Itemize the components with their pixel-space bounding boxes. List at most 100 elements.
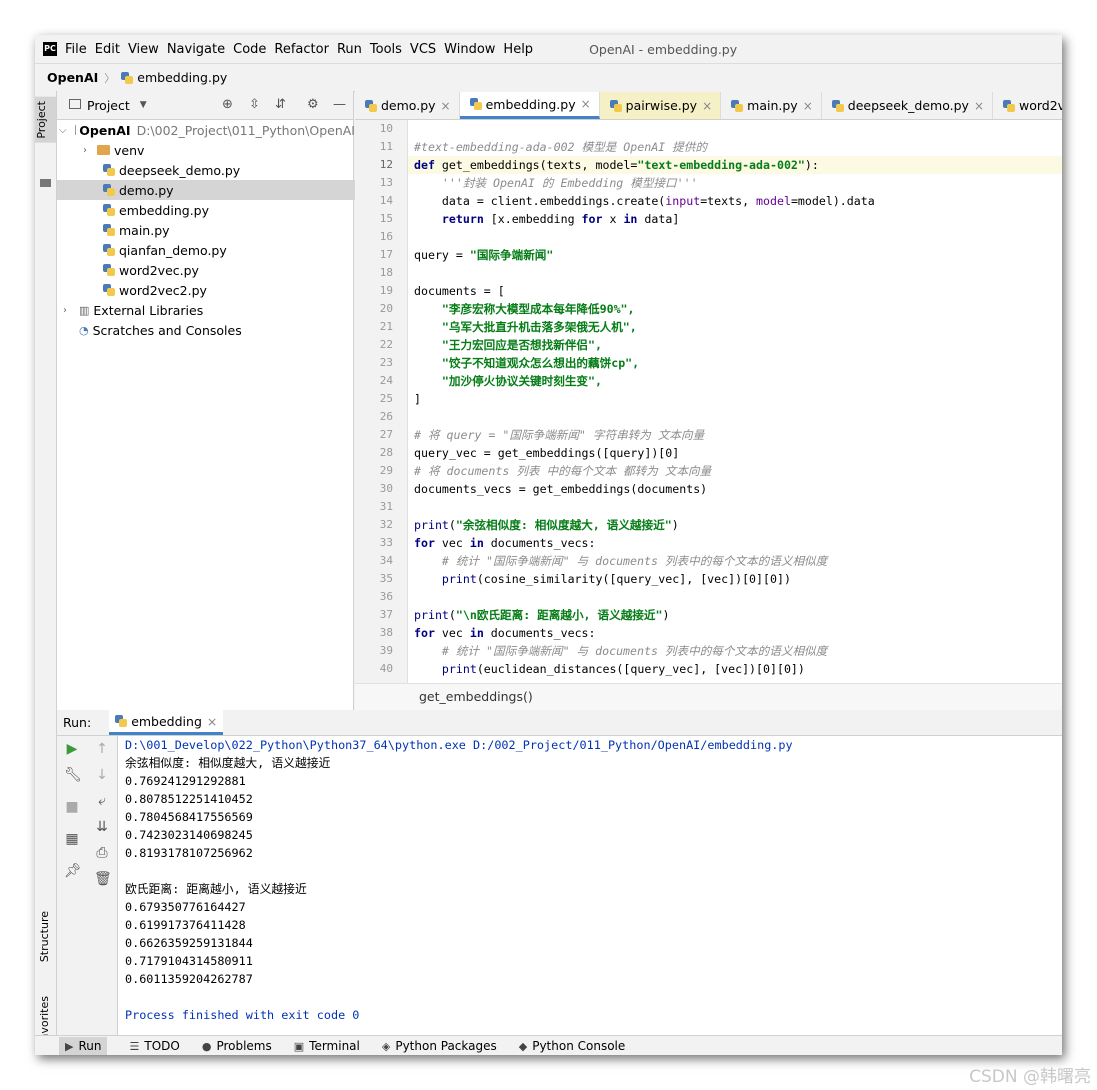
bottom-tool-bar: ▶ Run ☰ TODO ● Problems ▣ Terminal ◈ Pyt… (35, 1035, 1062, 1055)
gear-icon[interactable]: ⚙ (307, 97, 319, 112)
tab-deepseek-demo[interactable]: deepseek_demo.py × (822, 92, 993, 119)
structure-tool-tab[interactable]: Structure (38, 911, 51, 962)
close-icon[interactable]: × (581, 97, 591, 111)
project-view-selector[interactable]: Project (87, 98, 130, 113)
menu-edit[interactable]: Edit (95, 42, 120, 57)
breadcrumb-project[interactable]: OpenAI (47, 70, 98, 85)
line-number: 16 (379, 230, 393, 243)
bottom-tab-problems[interactable]: ● Problems (202, 1039, 272, 1053)
project-panel-header: Project ▼ ⊕ ⇳ ⇵ ⚙ — (57, 91, 353, 120)
chevron-right-icon[interactable]: › (79, 145, 91, 156)
close-icon[interactable]: × (441, 99, 451, 113)
run-tab-embedding[interactable]: embedding × (109, 710, 224, 735)
soft-wrap-icon[interactable]: ⤶ (94, 793, 110, 809)
tab-label: word2vec.py (1019, 98, 1062, 113)
tree-item-file[interactable]: qianfan_demo.py (57, 240, 399, 260)
window-title: OpenAI - embedding.py (589, 41, 738, 57)
tree-item-file[interactable]: main.py (57, 220, 399, 240)
bottom-tab-python-packages[interactable]: ◈ Python Packages (382, 1039, 497, 1053)
collapse-all-icon[interactable]: ⇵ (275, 97, 286, 112)
chevron-right-icon[interactable]: › (59, 305, 71, 316)
code-text: data] (637, 212, 680, 226)
tree-item-label: embedding.py (119, 202, 209, 218)
tree-item-file[interactable]: word2vec2.py (57, 280, 399, 300)
menu-window[interactable]: Window (444, 42, 495, 57)
wrench-icon[interactable]: 🔧︎ (64, 767, 82, 783)
line-number: 18 (379, 266, 393, 279)
line-number: 23 (379, 356, 393, 369)
code-editor[interactable]: #text-embedding-ada-002 模型是 OpenAI 提供的 d… (408, 120, 1062, 683)
menu-refactor[interactable]: Refactor (274, 42, 329, 57)
packages-icon: ◈ (381, 1039, 391, 1053)
tree-root[interactable]: ⌵ OpenAI D:\002_Project\011_Python\OpenA… (57, 120, 355, 140)
console-output[interactable]: D:\001_Develop\022_Python\Python37_64\py… (118, 736, 1062, 1041)
tab-word2vec[interactable]: word2vec.py × (993, 92, 1062, 119)
rerun-icon[interactable]: ▶ (64, 741, 80, 757)
tree-item-file[interactable]: embedding.py (57, 200, 399, 220)
code-line-21: "乌军大批直升机击落多架俄无人机", (414, 320, 637, 334)
menu-help[interactable]: Help (503, 42, 533, 57)
bottom-tab-python-console[interactable]: ◆ Python Console (519, 1039, 626, 1053)
menu-vcs[interactable]: VCS (410, 42, 436, 57)
tree-item-label: External Libraries (93, 302, 204, 318)
layout-icon[interactable]: ▦ (64, 831, 80, 847)
line-number: 29 (379, 464, 393, 477)
console-line: 余弦相似度: 相似度越大, 语义越接近 (125, 756, 331, 770)
print-icon[interactable]: ⎙ (94, 845, 110, 861)
locate-icon[interactable]: ⊕ (222, 97, 233, 112)
close-icon[interactable]: × (974, 99, 984, 113)
scroll-to-end-icon[interactable]: ⇊ (94, 819, 110, 835)
tab-pairwise[interactable]: pairwise.py × (599, 92, 722, 119)
tree-item-label: main.py (119, 222, 170, 238)
tree-item-external-libraries[interactable]: › ▥ External Libraries (57, 300, 355, 320)
expand-all-icon[interactable]: ⇳ (249, 97, 260, 112)
pin-icon[interactable]: 📌︎ (64, 863, 82, 879)
close-icon[interactable]: × (803, 99, 813, 113)
code-line-19: documents = [ (414, 284, 505, 298)
python-file-icon (103, 164, 115, 176)
tab-main[interactable]: main.py × (721, 92, 822, 119)
minimize-icon[interactable]: — (333, 97, 346, 112)
menu-file[interactable]: File (65, 42, 87, 57)
tree-item-file[interactable]: word2vec.py (57, 260, 399, 280)
bottom-tab-todo[interactable]: ☰ TODO (129, 1039, 179, 1053)
breadcrumb-file[interactable]: embedding.py (137, 70, 227, 85)
menu-tools[interactable]: Tools (370, 42, 402, 57)
python-file-icon (121, 71, 134, 84)
menu-view[interactable]: View (128, 42, 159, 57)
python-file-icon (731, 99, 744, 112)
tree-item-file-selected[interactable]: demo.py (57, 180, 399, 200)
tab-embedding[interactable]: embedding.py × (459, 92, 600, 119)
tree-item-label: venv (114, 142, 145, 158)
run-tab-label: embedding (131, 713, 202, 729)
code-line-38: for vec in documents_vecs: (414, 624, 596, 642)
chevron-down-icon[interactable]: ▼ (140, 100, 147, 110)
code-line-33: for vec in documents_vecs: (414, 534, 596, 552)
tree-item-venv[interactable]: › venv (57, 140, 375, 160)
tree-item-file[interactable]: deepseek_demo.py (57, 160, 399, 180)
menu-code[interactable]: Code (233, 42, 266, 57)
code-text: ) (671, 518, 679, 532)
project-tool-tab[interactable]: Project (35, 97, 56, 143)
line-number: 35 (379, 572, 393, 585)
bottom-tab-terminal[interactable]: ▣ Terminal (294, 1039, 360, 1053)
tab-demo[interactable]: demo.py × (355, 92, 460, 119)
code-line-28: query_vec = get_embeddings([query])[0] (414, 446, 680, 460)
tree-item-scratches[interactable]: ◔ Scratches and Consoles (57, 320, 375, 340)
menu-navigate[interactable]: Navigate (167, 42, 225, 57)
trash-icon[interactable]: 🗑︎ (94, 871, 112, 887)
tree-root-name: OpenAI (79, 122, 131, 138)
menu-run[interactable]: Run (337, 42, 362, 57)
pycharm-logo-icon: PC (43, 42, 57, 56)
close-icon[interactable]: × (702, 99, 712, 113)
arrow-up-icon[interactable]: ↑ (94, 741, 110, 757)
function-breadcrumb[interactable]: get_embeddings() (419, 689, 533, 704)
stop-icon[interactable]: ■ (64, 799, 80, 815)
arrow-down-icon[interactable]: ↓ (94, 767, 110, 783)
code-builtin: print (414, 608, 449, 622)
bottom-tab-run[interactable]: ▶ Run (59, 1037, 108, 1055)
line-number: 21 (379, 320, 393, 333)
line-number: 10 (379, 122, 393, 135)
close-icon[interactable]: × (207, 714, 217, 729)
chevron-down-icon[interactable]: ⌵ (59, 125, 67, 136)
